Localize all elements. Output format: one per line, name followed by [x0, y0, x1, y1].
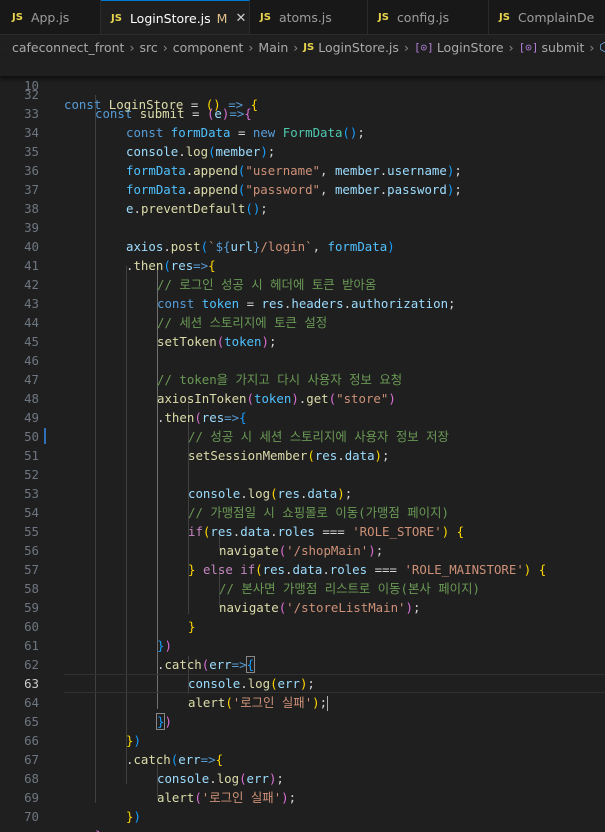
tab-complaindetail-js[interactable]: JS ComplainDe	[489, 0, 605, 34]
line-number: 55	[24, 524, 39, 539]
tab-app-js[interactable]: JS App.js	[0, 0, 101, 34]
line-number: 42	[24, 277, 39, 292]
chevron-right-icon: ›	[508, 39, 514, 55]
variable-symbol-icon: [⊙]	[518, 40, 539, 54]
code-line: const LoginStore = () => {	[64, 97, 259, 112]
line-number: 38	[24, 201, 39, 216]
line-number: 58	[24, 581, 39, 596]
line-number: 66	[24, 733, 39, 748]
line-number: 47	[24, 372, 39, 387]
line-number: 69	[24, 790, 39, 805]
variable-symbol-icon: [⊙]	[413, 40, 434, 54]
line-number: 39	[24, 220, 39, 235]
current-line-highlight	[64, 674, 605, 693]
tab-atoms-js[interactable]: JS atoms.js	[250, 0, 368, 34]
line-number: 67	[24, 752, 39, 767]
chevron-right-icon: ›	[162, 39, 168, 55]
line-number: 37	[24, 182, 39, 197]
js-file-icon: JS	[378, 12, 389, 23]
line-number: 49	[24, 410, 39, 425]
tab-config-js[interactable]: JS config.js	[368, 0, 489, 34]
tab-label: ComplainDe	[517, 10, 595, 25]
close-icon[interactable]: ✕	[235, 11, 246, 26]
breadcrumb-item-submit[interactable]: submit	[541, 40, 584, 55]
breadcrumb-item-loginstore[interactable]: LoginStore	[437, 40, 504, 55]
breadcrumb-item-component[interactable]: component	[173, 40, 244, 55]
js-file-icon: JS	[303, 41, 315, 53]
line-number: 35	[24, 144, 39, 159]
chevron-right-icon: ›	[403, 39, 409, 55]
tab-label: LoginStore.js	[129, 11, 211, 26]
cube-symbol-icon: ⬡	[599, 40, 605, 54]
breadcrumb: cafeconnect_front › src › component › Ma…	[0, 36, 605, 58]
line-number: 65	[24, 714, 39, 729]
breadcrumb-item-file[interactable]: LoginStore.js	[318, 40, 399, 55]
modified-indicator: M	[216, 11, 228, 26]
line-number: 68	[24, 771, 39, 786]
chevron-right-icon: ›	[248, 39, 254, 55]
line-number: 60	[24, 619, 39, 634]
line-number: 53	[24, 486, 39, 501]
line-number: 57	[24, 562, 39, 577]
line-number: 62	[24, 657, 39, 672]
breadcrumb-item-project[interactable]: cafeconnect_front	[12, 40, 124, 55]
line-number: 40	[24, 239, 39, 254]
sticky-scroll-line[interactable]: 10 const LoginStore = () => {	[0, 57, 605, 112]
breadcrumb-item-main[interactable]: Main	[258, 40, 288, 55]
code-editor[interactable]: 10 const LoginStore = () => { 32 const s…	[0, 57, 605, 832]
editor-tab-bar: JS App.js JS LoginStore.js M ✕ JS atoms.…	[0, 0, 605, 35]
line-number: 43	[24, 296, 39, 311]
line-number: 10	[24, 78, 39, 93]
js-file-icon: JS	[111, 13, 122, 24]
line-number: 63	[24, 676, 39, 691]
line-number: 51	[24, 448, 39, 463]
tab-label: config.js	[396, 10, 450, 25]
line-number: 52	[24, 467, 39, 482]
line-number: 54	[24, 505, 39, 520]
line-number: 50	[24, 429, 39, 444]
line-number: 45	[24, 334, 39, 349]
line-number: 70	[24, 809, 39, 824]
line-number: 41	[24, 258, 39, 273]
line-number: 56	[24, 543, 39, 558]
tab-loginstore-js[interactable]: JS LoginStore.js M ✕	[101, 0, 250, 34]
line-number: 64	[24, 695, 39, 710]
code-line: }	[95, 826, 102, 832]
line-number: 36	[24, 163, 39, 178]
breadcrumb-item-src[interactable]: src	[139, 40, 157, 55]
js-file-icon: JS	[499, 12, 510, 23]
tab-label: atoms.js	[278, 10, 332, 25]
line-number: 61	[24, 638, 39, 653]
chevron-right-icon: ›	[129, 39, 135, 55]
line-number: 48	[24, 391, 39, 406]
tab-label: App.js	[30, 10, 70, 25]
chevron-right-icon: ›	[293, 39, 299, 55]
line-number: 46	[24, 353, 39, 368]
js-file-icon: JS	[260, 12, 271, 23]
chevron-right-icon: ›	[589, 39, 595, 55]
line-number: 44	[24, 315, 39, 330]
line-number: 59	[24, 600, 39, 615]
js-file-icon: JS	[12, 12, 23, 23]
